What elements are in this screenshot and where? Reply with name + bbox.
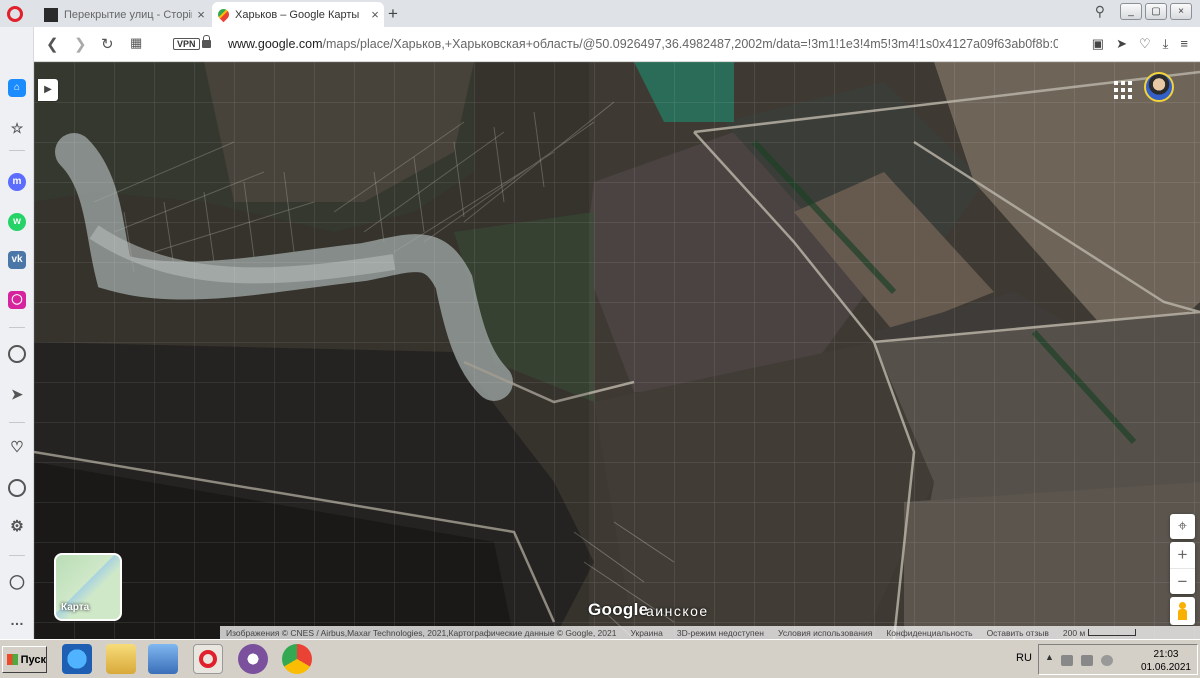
collapse-panel-button[interactable]: ▶ — [38, 79, 58, 101]
viber-icon[interactable] — [238, 644, 268, 674]
start-label: Пуск — [20, 653, 46, 666]
google-logo: Google — [588, 600, 649, 619]
window-controls: ⚲ _ ▢ × — [1095, 3, 1192, 20]
lightbulb-icon[interactable]: ◯ — [8, 572, 26, 590]
camera-icon[interactable]: ▣ — [1092, 36, 1104, 52]
heart-icon[interactable]: ♡ — [1139, 36, 1151, 52]
internet-explorer-icon[interactable] — [62, 644, 92, 674]
url-field[interactable]: www.google.com/maps/place/Харьков,+Харьк… — [228, 37, 1058, 51]
flow-icon[interactable]: ➤ — [8, 385, 26, 403]
zoom-out-button[interactable]: − — [1170, 568, 1195, 594]
tray-expand-icon[interactable]: ▲ — [1045, 652, 1057, 663]
heart-icon[interactable]: ♡ — [8, 439, 26, 457]
tab-title: Харьков – Google Карты — [235, 8, 360, 21]
language-indicator[interactable]: RU — [1016, 652, 1032, 664]
vk-icon[interactable]: vk — [8, 251, 26, 269]
history-icon[interactable] — [8, 479, 26, 497]
home-icon[interactable]: ⌂ — [8, 79, 26, 97]
reload-icon[interactable]: ↻ — [101, 35, 114, 53]
zoom-control: + − — [1170, 542, 1195, 594]
more-icon[interactable]: … — [8, 611, 26, 629]
tab-google-maps[interactable]: Харьков – Google Карты × — [212, 2, 384, 27]
privacy-link[interactable]: Конфиденциальность — [886, 628, 972, 638]
clock-date: 01.06.2021 — [1140, 662, 1191, 673]
divider — [9, 422, 25, 423]
opera-taskbar-icon[interactable] — [193, 644, 223, 674]
windows-flag-icon — [7, 654, 18, 665]
street-view-pegman-icon[interactable] — [1170, 597, 1195, 625]
opera-sidebar: ⌂ ☆ m w vk ◯ ➤ ♡ ⚙ ◯ … — [0, 27, 34, 639]
avatar[interactable] — [1144, 72, 1174, 102]
star-icon[interactable]: ☆ — [8, 119, 26, 137]
close-window-button[interactable]: × — [1170, 3, 1192, 20]
clock[interactable]: 21:03 01.06.2021 — [1141, 648, 1191, 674]
scale-label: 200 м — [1062, 627, 1086, 638]
speed-dial-icon[interactable]: ▦ — [130, 35, 142, 51]
country-link[interactable]: Украина — [630, 628, 662, 638]
google-maps-icon — [215, 6, 232, 23]
close-icon[interactable]: × — [192, 7, 210, 22]
3d-unavailable: 3D-режим недоступен — [676, 627, 764, 638]
opera-menu-icon[interactable] — [7, 6, 23, 22]
place-label: аинское — [646, 603, 709, 619]
close-icon[interactable]: × — [366, 7, 384, 22]
windows-taskbar: Пуск RU ▲ 21:03 01.06.2021 — [0, 639, 1200, 678]
menu-icon[interactable]: ≡ — [1180, 36, 1188, 52]
tab-title: Перекрытие улиц - Сторінка — [64, 8, 192, 21]
divider — [9, 555, 25, 556]
imagery-credit: Изображения © CNES / Airbus,Maxar Techno… — [226, 627, 617, 638]
tab-page[interactable]: Перекрытие улиц - Сторінка × — [38, 2, 210, 27]
layer-label: Карта — [61, 602, 90, 613]
folder-icon[interactable] — [106, 644, 136, 674]
browser-tab-bar: Перекрытие улиц - Сторінка × Харьков – G… — [0, 0, 1200, 27]
system-tray: ▲ 21:03 01.06.2021 — [1038, 644, 1198, 675]
terms-link[interactable]: Условия использования — [778, 628, 872, 638]
player-icon[interactable] — [8, 345, 26, 363]
chrome-icon[interactable] — [282, 644, 312, 674]
gear-icon[interactable]: ⚙ — [8, 518, 26, 536]
my-location-icon[interactable]: ⌖ — [1170, 514, 1195, 539]
instagram-icon[interactable]: ◯ — [8, 291, 26, 309]
back-icon[interactable]: ❮ — [46, 35, 59, 53]
media-player-icon[interactable] — [148, 644, 178, 674]
new-tab-button[interactable]: + — [388, 4, 398, 24]
url-host: www.google.com — [228, 37, 323, 51]
divider — [9, 327, 25, 328]
map-attribution-bar: Изображения © CNES / Airbus,Maxar Techno… — [220, 626, 1200, 639]
zoom-in-button[interactable]: + — [1170, 542, 1195, 568]
google-apps-icon[interactable] — [1111, 78, 1133, 100]
map-imagery[interactable] — [34, 62, 1200, 639]
satellite-map[interactable]: ▶ Карта ⌖ + − Google аинское Изображения… — [34, 62, 1200, 639]
url-path: /maps/place/Харьков,+Харьковская+область… — [322, 37, 1059, 51]
clock-time: 21:03 — [1153, 649, 1179, 660]
screen: Перекрытие улиц - Сторінка × Харьков – G… — [0, 0, 1200, 678]
device-icon[interactable] — [1081, 655, 1093, 666]
search-tabs-icon[interactable]: ⚲ — [1095, 3, 1105, 20]
map-layer-toggle[interactable]: Карта — [54, 553, 122, 621]
download-icon[interactable]: ⤓ — [1163, 36, 1169, 52]
page-icon — [44, 7, 58, 22]
lock-icon[interactable] — [202, 35, 211, 48]
divider — [9, 150, 25, 151]
whatsapp-icon[interactable]: w — [8, 213, 26, 231]
start-button[interactable]: Пуск — [2, 646, 47, 673]
feedback-link[interactable]: Оставить отзыв — [987, 628, 1049, 638]
messenger-icon[interactable]: m — [8, 173, 26, 191]
network-icon[interactable] — [1061, 655, 1073, 666]
minimize-button[interactable]: _ — [1120, 3, 1142, 20]
maximize-button[interactable]: ▢ — [1145, 3, 1167, 20]
scale-bar[interactable]: 200 м — [1062, 627, 1137, 638]
address-actions: ▣ ➤ ♡ ⤓ ≡ — [1092, 36, 1188, 52]
send-icon[interactable]: ➤ — [1116, 36, 1127, 52]
address-bar: ❮ ❯ ↻ ▦ VPN www.google.com/maps/place/Ха… — [34, 27, 1200, 62]
forward-icon[interactable]: ❯ — [74, 35, 87, 53]
vpn-badge[interactable]: VPN — [173, 38, 200, 50]
volume-icon[interactable] — [1101, 655, 1113, 666]
scale-line — [1088, 628, 1137, 636]
